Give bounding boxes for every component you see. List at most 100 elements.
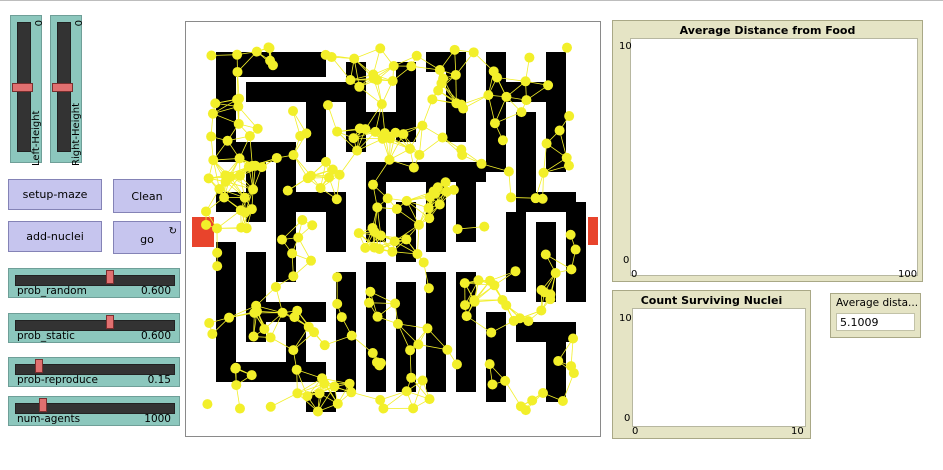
agent: [441, 186, 452, 197]
agent: [433, 85, 444, 96]
prob-random-slider[interactable]: prob_random 0.600: [8, 268, 180, 298]
agent: [251, 46, 262, 57]
agent: [363, 297, 374, 308]
y-max-label: 10: [619, 313, 632, 324]
agent: [206, 50, 217, 61]
maze-wall: [516, 112, 536, 192]
surviving-nuclei-plot: Count Surviving Nuclei 10 0 0 10: [612, 290, 811, 439]
agent: [423, 203, 434, 214]
agent: [264, 43, 275, 54]
agent: [214, 183, 225, 194]
agent: [270, 282, 281, 293]
agent: [293, 232, 304, 243]
agent: [538, 167, 549, 178]
agent: [206, 131, 217, 142]
agent: [398, 129, 409, 140]
agent: [538, 388, 549, 399]
add-nuclei-button[interactable]: add-nuclei: [8, 221, 102, 252]
agent: [388, 60, 399, 71]
agent: [452, 224, 463, 235]
agent: [331, 194, 342, 205]
agent: [346, 387, 357, 398]
agent: [505, 192, 516, 203]
agent: [401, 386, 412, 397]
maze-wall: [506, 212, 526, 292]
agent: [450, 69, 461, 80]
agent: [360, 124, 371, 135]
right-height-slider[interactable]: Right-Height 0: [50, 15, 83, 166]
slider-thumb[interactable]: [106, 270, 114, 284]
agent: [201, 219, 212, 230]
agent: [288, 106, 299, 117]
agent: [389, 236, 400, 247]
agent: [208, 155, 219, 166]
agent: [352, 145, 363, 156]
agent: [236, 222, 247, 233]
agent: [327, 164, 338, 175]
agent: [540, 249, 551, 260]
button-label: Clean: [131, 190, 163, 203]
maze-walls: [216, 52, 586, 412]
right-food-source: [588, 217, 598, 245]
prob-reproduce-slider[interactable]: prob-reproduce 0.15: [8, 357, 180, 387]
agent: [424, 213, 435, 224]
maze-wall: [546, 52, 566, 172]
maze-wall: [366, 162, 486, 182]
agent: [479, 221, 490, 232]
slider-thumb[interactable]: [106, 315, 114, 329]
average-distance-plot: Average Distance from Food 10 0 0 100: [612, 20, 923, 282]
agent: [367, 348, 378, 359]
agent: [417, 375, 428, 386]
agent: [405, 345, 416, 356]
agent: [232, 49, 243, 60]
agent: [329, 381, 340, 392]
agent: [459, 278, 470, 289]
slider-value: 0.600: [140, 285, 171, 297]
agent: [271, 152, 282, 163]
agent: [230, 363, 241, 374]
agent: [277, 234, 288, 245]
agent: [408, 162, 419, 173]
agent: [277, 307, 288, 318]
agent: [244, 131, 255, 142]
agent: [414, 149, 425, 160]
agent: [384, 154, 395, 165]
agent: [372, 311, 383, 322]
num-agents-slider[interactable]: num-agents 1000: [8, 396, 180, 426]
prob-static-slider[interactable]: prob_static 0.600: [8, 313, 180, 343]
agent: [516, 107, 527, 118]
plot-title: Average Distance from Food: [679, 24, 856, 37]
clean-button[interactable]: Clean: [113, 179, 181, 213]
agent: [322, 100, 333, 111]
agent: [500, 375, 511, 386]
setup-maze-button[interactable]: setup-maze: [8, 179, 102, 210]
x-min-label: 0: [632, 426, 639, 437]
monitor-value: 5.1009: [836, 313, 915, 331]
slider-value: 0: [72, 20, 83, 27]
agent: [508, 315, 519, 326]
agent: [295, 130, 306, 141]
agent: [543, 80, 554, 91]
slider-thumb[interactable]: [39, 398, 47, 412]
go-button[interactable]: go ↻: [113, 221, 181, 254]
agent: [232, 66, 243, 77]
agent: [391, 204, 402, 215]
slider-thumb[interactable]: [35, 359, 43, 373]
agent: [265, 55, 276, 66]
agent: [207, 108, 218, 119]
agent: [485, 275, 496, 286]
agent: [473, 275, 484, 286]
agent: [287, 248, 298, 259]
agent: [553, 356, 564, 367]
agent: [319, 378, 330, 389]
world-view[interactable]: [185, 21, 601, 437]
agent: [332, 298, 343, 309]
agent: [375, 357, 386, 368]
agent: [203, 173, 214, 184]
agent: [303, 321, 314, 332]
agent: [212, 261, 223, 272]
agent: [541, 138, 552, 149]
left-height-slider[interactable]: Left-Height 0: [10, 15, 43, 166]
agent: [497, 135, 508, 146]
average-distance-monitor: Average dista... 5.1009: [830, 293, 921, 338]
